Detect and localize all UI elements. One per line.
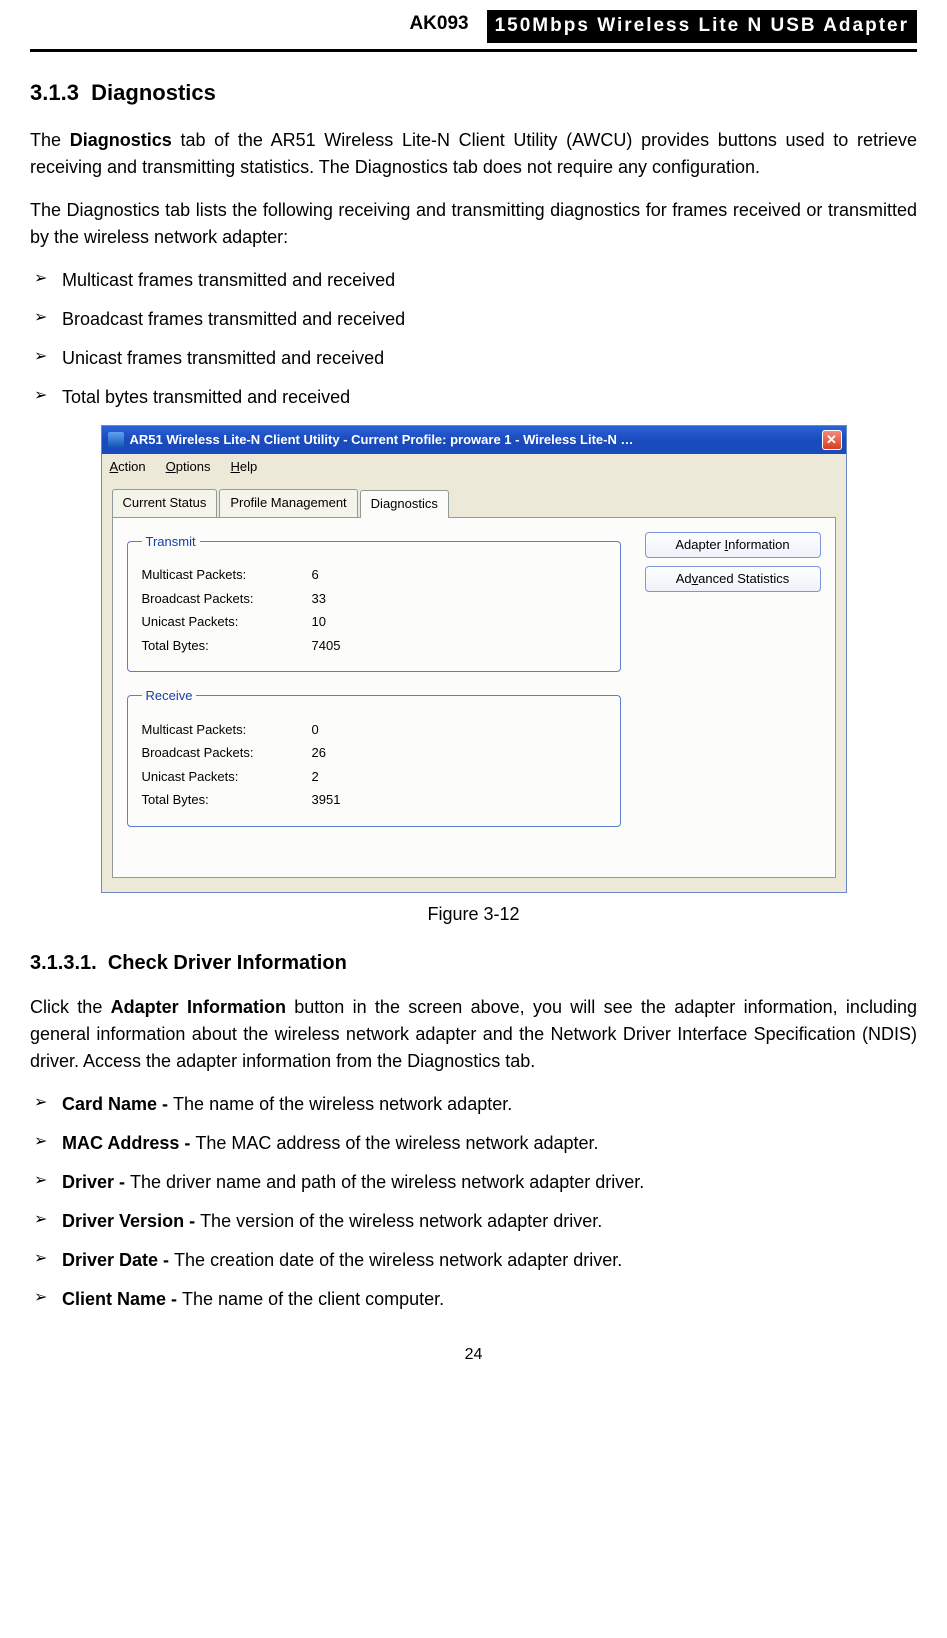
list-item: Unicast frames transmitted and received bbox=[30, 345, 917, 372]
desc: The MAC address of the wireless network … bbox=[195, 1133, 598, 1153]
subsection-heading: 3.1.3.1. Check Driver Information bbox=[30, 948, 917, 978]
stat-value: 33 bbox=[312, 589, 326, 609]
stat-label: Multicast Packets: bbox=[142, 565, 312, 585]
stat-value: 0 bbox=[312, 720, 319, 740]
header-model: AK093 bbox=[409, 10, 468, 43]
stat-row: Multicast Packets: 6 bbox=[142, 565, 606, 585]
list-item: Driver - The driver name and path of the… bbox=[30, 1169, 917, 1196]
stat-row: Total Bytes: 3951 bbox=[142, 790, 606, 810]
p3-pre: Click the bbox=[30, 997, 111, 1017]
stat-value: 3951 bbox=[312, 790, 341, 810]
term: Driver Date - bbox=[62, 1250, 174, 1270]
tab-current-status[interactable]: Current Status bbox=[112, 489, 218, 517]
stat-value: 2 bbox=[312, 767, 319, 787]
stat-label: Total Bytes: bbox=[142, 790, 312, 810]
tab-row: Current Status Profile Management Diagno… bbox=[102, 479, 846, 517]
receive-legend: Receive bbox=[142, 686, 197, 706]
stat-value: 7405 bbox=[312, 636, 341, 656]
list-item: MAC Address - The MAC address of the wir… bbox=[30, 1130, 917, 1157]
menu-help-rest: elp bbox=[240, 459, 257, 474]
transmit-group: Transmit Multicast Packets: 6 Broadcast … bbox=[127, 532, 621, 673]
desc: The creation date of the wireless networ… bbox=[174, 1250, 622, 1270]
stat-value: 10 bbox=[312, 612, 326, 632]
desc: The driver name and path of the wireless… bbox=[130, 1172, 644, 1192]
app-icon bbox=[108, 432, 124, 448]
stat-value: 26 bbox=[312, 743, 326, 763]
definition-list: Card Name - The name of the wireless net… bbox=[30, 1091, 917, 1313]
subsection-number: 3.1.3.1. bbox=[30, 952, 97, 974]
advanced-statistics-button[interactable]: Advanced Statistics bbox=[645, 566, 821, 592]
term: Card Name - bbox=[62, 1094, 173, 1114]
list-item: Total bytes transmitted and received bbox=[30, 384, 917, 411]
tab-panel: Transmit Multicast Packets: 6 Broadcast … bbox=[112, 517, 836, 878]
feature-list: Multicast frames transmitted and receive… bbox=[30, 267, 917, 411]
term: Driver Version - bbox=[62, 1211, 200, 1231]
list-item: Client Name - The name of the client com… bbox=[30, 1286, 917, 1313]
stat-row: Broadcast Packets: 26 bbox=[142, 743, 606, 763]
adapter-information-button[interactable]: Adapter Information bbox=[645, 532, 821, 558]
term: Client Name - bbox=[62, 1289, 182, 1309]
stat-row: Broadcast Packets: 33 bbox=[142, 589, 606, 609]
stat-label: Broadcast Packets: bbox=[142, 743, 312, 763]
page-header: AK093 150Mbps Wireless Lite N USB Adapte… bbox=[30, 0, 917, 52]
section-title: Diagnostics bbox=[91, 80, 216, 105]
titlebar: AR51 Wireless Lite-N Client Utility - Cu… bbox=[102, 426, 846, 454]
term: MAC Address - bbox=[62, 1133, 195, 1153]
desc: The name of the wireless network adapter… bbox=[173, 1094, 512, 1114]
window-title: AR51 Wireless Lite-N Client Utility - Cu… bbox=[130, 430, 822, 450]
menubar: Action Options Help bbox=[102, 454, 846, 480]
section-heading: 3.1.3 Diagnostics bbox=[30, 76, 917, 109]
paragraph-3: Click the Adapter Information button in … bbox=[30, 994, 917, 1075]
term: Driver - bbox=[62, 1172, 130, 1192]
menu-action-rest: ction bbox=[118, 459, 145, 474]
tab-diagnostics[interactable]: Diagnostics bbox=[360, 490, 449, 518]
paragraph-1: The Diagnostics tab of the AR51 Wireless… bbox=[30, 127, 917, 181]
desc: The name of the client computer. bbox=[182, 1289, 444, 1309]
stat-row: Unicast Packets: 10 bbox=[142, 612, 606, 632]
p3-bold: Adapter Information bbox=[111, 997, 286, 1017]
stat-row: Total Bytes: 7405 bbox=[142, 636, 606, 656]
menu-help[interactable]: Help bbox=[230, 457, 257, 477]
figure-caption: Figure 3-12 bbox=[30, 901, 917, 928]
list-item: Driver Version - The version of the wire… bbox=[30, 1208, 917, 1235]
p1-pre: The bbox=[30, 130, 70, 150]
stat-label: Total Bytes: bbox=[142, 636, 312, 656]
receive-group: Receive Multicast Packets: 0 Broadcast P… bbox=[127, 686, 621, 827]
menu-options[interactable]: Options bbox=[166, 457, 211, 477]
desc: The version of the wireless network adap… bbox=[200, 1211, 602, 1231]
stat-label: Multicast Packets: bbox=[142, 720, 312, 740]
list-item: Broadcast frames transmitted and receive… bbox=[30, 306, 917, 333]
stat-label: Unicast Packets: bbox=[142, 767, 312, 787]
list-item: Card Name - The name of the wireless net… bbox=[30, 1091, 917, 1118]
menu-options-rest: ptions bbox=[176, 459, 211, 474]
side-buttons: Adapter Information Advanced Statistics bbox=[645, 532, 821, 841]
section-number: 3.1.3 bbox=[30, 80, 79, 105]
stat-value: 6 bbox=[312, 565, 319, 585]
stat-row: Multicast Packets: 0 bbox=[142, 720, 606, 740]
stat-label: Broadcast Packets: bbox=[142, 589, 312, 609]
menu-action[interactable]: Action bbox=[110, 457, 146, 477]
close-icon[interactable]: ✕ bbox=[822, 430, 842, 450]
list-item: Multicast frames transmitted and receive… bbox=[30, 267, 917, 294]
list-item: Driver Date - The creation date of the w… bbox=[30, 1247, 917, 1274]
p1-bold: Diagnostics bbox=[70, 130, 172, 150]
stats-column: Transmit Multicast Packets: 6 Broadcast … bbox=[127, 532, 621, 841]
app-window: AR51 Wireless Lite-N Client Utility - Cu… bbox=[101, 425, 847, 893]
transmit-legend: Transmit bbox=[142, 532, 200, 552]
paragraph-2: The Diagnostics tab lists the following … bbox=[30, 197, 917, 251]
stat-label: Unicast Packets: bbox=[142, 612, 312, 632]
stat-row: Unicast Packets: 2 bbox=[142, 767, 606, 787]
subsection-title: Check Driver Information bbox=[108, 952, 347, 974]
tab-profile-management[interactable]: Profile Management bbox=[219, 489, 357, 517]
page-number: 24 bbox=[30, 1343, 917, 1367]
header-title: 150Mbps Wireless Lite N USB Adapter bbox=[487, 10, 917, 43]
